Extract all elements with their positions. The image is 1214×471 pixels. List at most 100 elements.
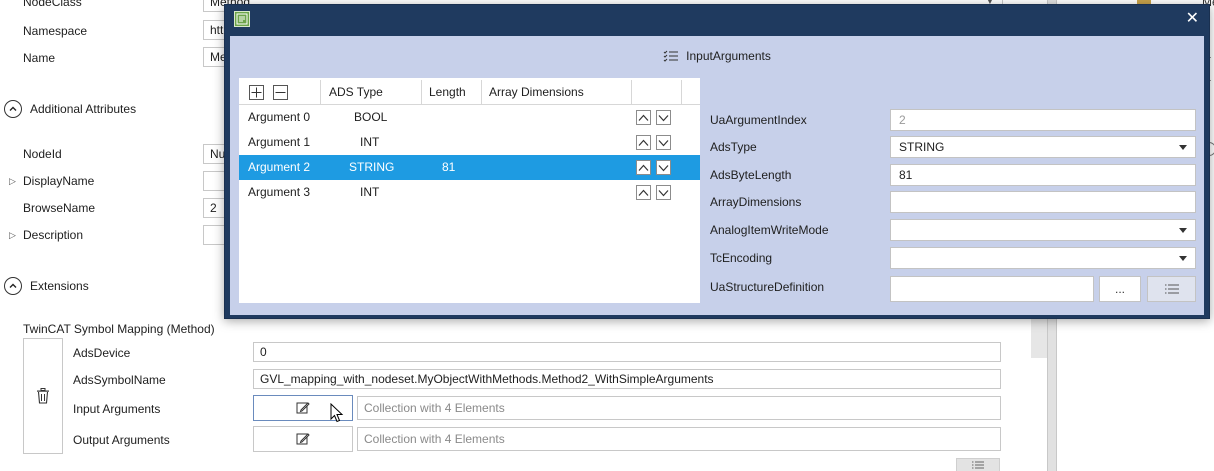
label-adstype: AdsType — [710, 140, 757, 154]
label-name: Name — [23, 51, 56, 65]
dialog-header: InputArguments — [230, 46, 1204, 66]
adstype-value: STRING — [899, 140, 945, 154]
table-row-selected[interactable]: Argument 2 STRING 81 — [239, 155, 700, 180]
analogitemwritemode-select[interactable] — [890, 219, 1196, 241]
chevron-up-icon — [638, 189, 649, 196]
output-arguments-collection[interactable]: Collection with 4 Elements — [357, 427, 1001, 451]
argument-ads-type: BOOL — [354, 110, 388, 124]
collapse-extensions-button[interactable] — [4, 277, 22, 295]
dialog-title: InputArguments — [686, 49, 771, 63]
label-input-arguments: Input Arguments — [73, 402, 161, 416]
section-additional-attributes: Additional Attributes — [30, 102, 137, 116]
argument-ads-type: INT — [360, 185, 380, 199]
chevron-down-icon — [658, 114, 669, 121]
structure-list-button[interactable] — [1147, 276, 1196, 302]
edit-output-arguments-button[interactable] — [253, 426, 353, 452]
move-down-button[interactable] — [656, 185, 671, 200]
table-row[interactable]: Argument 0 BOOL — [239, 105, 700, 130]
dialog-titlebar[interactable]: ✕ — [225, 5, 1209, 35]
label-analogitemwritemode: AnalogItemWriteMode — [710, 223, 829, 237]
edit-icon — [296, 433, 310, 445]
move-up-button[interactable] — [636, 135, 651, 150]
mapping-delete-area — [23, 338, 63, 454]
argument-name: Argument 0 — [248, 110, 311, 124]
move-down-button[interactable] — [656, 160, 671, 175]
plus-icon — [251, 87, 262, 98]
label-adsdevice: AdsDevice — [73, 346, 131, 360]
dropdown-arrow-icon — [1179, 145, 1187, 150]
adstype-select[interactable]: STRING — [890, 136, 1196, 158]
close-icon[interactable]: ✕ — [1186, 10, 1199, 28]
input-arguments-dialog: ✕ InputArguments ADS Type Length Array D… — [224, 4, 1210, 319]
chevron-down-icon — [658, 139, 669, 146]
label-nodeclass: NodeClass — [23, 0, 82, 9]
column-ads-type[interactable]: ADS Type — [322, 80, 422, 105]
label-tcencoding: TcEncoding — [710, 251, 773, 265]
label-output-arguments: Output Arguments — [73, 433, 170, 447]
browse-button[interactable]: ... — [1099, 276, 1141, 302]
move-down-button[interactable] — [656, 135, 671, 150]
grid-toolbar-cell — [239, 80, 321, 105]
move-up-button[interactable] — [636, 160, 651, 175]
chevron-up-icon — [9, 106, 17, 111]
label-browsename: BrowseName — [23, 201, 96, 215]
table-row[interactable]: Argument 1 INT — [239, 130, 700, 155]
label-namespace: Namespace — [23, 24, 88, 38]
chevron-down-icon — [658, 164, 669, 171]
chevron-up-icon — [638, 139, 649, 146]
edit-icon — [296, 402, 310, 414]
move-up-button[interactable] — [636, 185, 651, 200]
uastructuredefinition-field[interactable] — [890, 276, 1094, 302]
uaargumentindex-field: 2 — [890, 109, 1196, 131]
dropdown-arrow-icon — [1179, 256, 1187, 261]
label-displayname: DisplayName — [23, 174, 95, 188]
chevron-up-icon — [638, 114, 649, 121]
trash-icon[interactable] — [36, 388, 50, 404]
arraydimensions-field[interactable] — [890, 191, 1196, 213]
app-icon — [234, 11, 250, 27]
adssymbolname-field[interactable]: GVL_mapping_with_nodeset.MyObjectWithMet… — [253, 369, 1001, 389]
argument-length: 81 — [442, 160, 456, 174]
expand-description-icon[interactable]: ▷ — [9, 230, 16, 241]
mapping-title: TwinCAT Symbol Mapping (Method) — [23, 322, 215, 336]
table-row[interactable]: Argument 3 INT — [239, 180, 700, 205]
section-extensions: Extensions — [30, 279, 89, 293]
adsbytelength-field[interactable]: 81 — [890, 164, 1196, 186]
label-description: Description — [23, 228, 84, 242]
list-icon — [972, 461, 984, 469]
argument-name: Argument 1 — [248, 135, 311, 149]
column-order — [632, 80, 682, 105]
expand-displayname-icon[interactable]: ▷ — [9, 176, 16, 187]
minus-icon — [275, 92, 286, 93]
dialog-client: InputArguments ADS Type Length Array Dim… — [230, 36, 1204, 315]
list-icon — [1164, 284, 1179, 294]
argument-name: Argument 2 — [248, 160, 311, 174]
move-up-button[interactable] — [636, 110, 651, 125]
adsdevice-field[interactable]: 0 — [253, 342, 1001, 362]
grid-header: ADS Type Length Array Dimensions — [239, 80, 700, 105]
label-uastructuredefinition: UaStructureDefinition — [710, 280, 825, 294]
label-arraydimensions: ArrayDimensions — [710, 195, 802, 209]
collapse-additional-attributes-button[interactable] — [4, 100, 22, 118]
remove-argument-button[interactable] — [273, 85, 288, 100]
tcencoding-select[interactable] — [890, 247, 1196, 269]
column-length[interactable]: Length — [422, 80, 482, 105]
add-argument-button[interactable] — [249, 85, 264, 100]
checklist-icon — [663, 50, 679, 62]
input-arguments-collection[interactable]: Collection with 4 Elements — [357, 396, 1001, 420]
argument-ads-type: STRING — [349, 160, 395, 174]
mouse-cursor-icon — [330, 403, 344, 423]
arguments-grid: ADS Type Length Array Dimensions Argumen… — [239, 78, 700, 303]
chevron-up-icon — [638, 164, 649, 171]
column-array-dimensions[interactable]: Array Dimensions — [482, 80, 632, 105]
chevron-down-icon — [658, 189, 669, 196]
list-view-button[interactable] — [956, 458, 1000, 471]
move-down-button[interactable] — [656, 110, 671, 125]
argument-name: Argument 3 — [248, 185, 311, 199]
chevron-up-icon — [9, 283, 17, 288]
label-adssymbolname: AdsSymbolName — [73, 373, 166, 387]
argument-ads-type: INT — [360, 135, 380, 149]
label-uaargumentindex: UaArgumentIndex — [710, 113, 807, 127]
dropdown-arrow-icon — [1179, 228, 1187, 233]
label-adsbytelength: AdsByteLength — [710, 168, 792, 182]
